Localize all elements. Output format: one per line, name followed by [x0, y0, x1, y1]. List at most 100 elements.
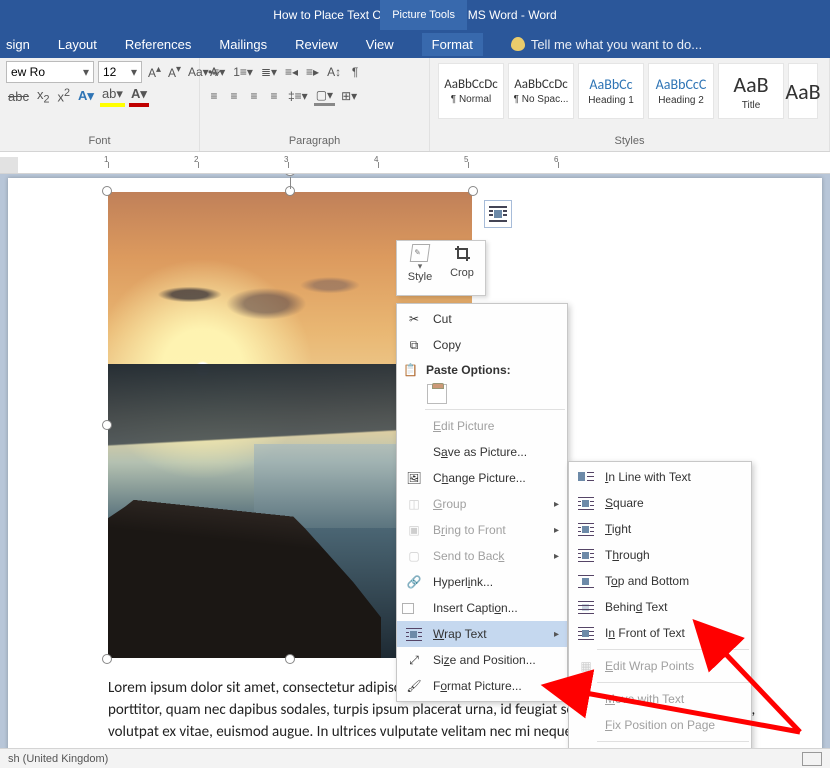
rotate-handle[interactable]	[284, 174, 296, 176]
wrap-text-icon	[403, 628, 425, 640]
menu-format-picture[interactable]: 🖌Format Picture...	[397, 673, 567, 699]
layout-options-icon	[489, 206, 507, 222]
font-size-combo[interactable]: ▾	[98, 61, 142, 83]
style-heading-1[interactable]: AaBbCcHeading 1	[578, 63, 644, 119]
clipboard-icon: 📋	[403, 363, 418, 377]
superscript-button[interactable]: x2	[56, 86, 73, 105]
status-language[interactable]: sh (United Kingdom)	[8, 753, 108, 765]
style-no-spacing[interactable]: AaBbCcDc¶ No Spac...	[508, 63, 574, 119]
behind-text-icon	[578, 601, 594, 613]
tell-me-search[interactable]: Tell me what you want to do...	[511, 37, 702, 52]
menu-cut[interactable]: ✂Cut	[397, 306, 567, 332]
resize-handle-s[interactable]	[285, 654, 295, 664]
font-size-input[interactable]	[99, 62, 127, 82]
grow-font-button[interactable]: A▴	[146, 63, 162, 81]
paste-keep-source-icon[interactable]	[427, 384, 447, 404]
picture-mini-toolbar: ✎ ▾ Style Crop	[396, 240, 486, 296]
horizontal-ruler[interactable]: 1 2 3 4 5 6	[0, 152, 830, 174]
subscript-button[interactable]: x2	[35, 86, 52, 107]
resize-handle-sw[interactable]	[102, 654, 112, 664]
font-name-combo[interactable]: ▾	[6, 61, 94, 83]
edit-points-icon: ▦	[575, 659, 597, 673]
font-name-input[interactable]	[7, 62, 79, 82]
strikethrough-button[interactable]: abc	[6, 88, 31, 105]
numbering-button[interactable]: 1≡▾	[231, 64, 255, 80]
tab-mailings[interactable]: Mailings	[219, 37, 267, 52]
bullets-button[interactable]: •≡▾	[206, 64, 227, 80]
menu-copy[interactable]: ⧉Copy	[397, 332, 567, 358]
tell-me-placeholder: Tell me what you want to do...	[531, 37, 702, 52]
format-picture-icon: 🖌	[403, 679, 425, 693]
paste-options-row	[397, 382, 567, 406]
wrap-square[interactable]: Square	[569, 490, 751, 516]
lightbulb-icon	[511, 37, 525, 51]
align-right-button[interactable]: ≡	[246, 88, 262, 104]
menu-bring-to-front: ▣Bring to Front▸	[397, 517, 567, 543]
increase-indent-button[interactable]: ≡▸	[304, 64, 321, 80]
multilevel-list-button[interactable]: ≣▾	[259, 64, 279, 80]
text-effects-button[interactable]: A▾	[76, 87, 96, 105]
resize-handle-nw[interactable]	[102, 186, 112, 196]
in-line-icon	[578, 471, 594, 483]
menu-wrap-text[interactable]: Wrap Text▸	[397, 621, 567, 647]
shading-button[interactable]: ▢▾	[314, 87, 335, 106]
scissors-icon: ✂	[403, 312, 425, 326]
menu-size-and-position[interactable]: ⤢Size and Position...	[397, 647, 567, 673]
wrap-move-with-text: Move with Text	[569, 686, 751, 712]
layout-options-button[interactable]	[484, 200, 512, 228]
decrease-indent-button[interactable]: ≡◂	[283, 64, 300, 80]
resize-handle-ne[interactable]	[468, 186, 478, 196]
picture-tools-contextual-tab[interactable]: Picture Tools	[380, 0, 467, 30]
crop-icon	[453, 244, 471, 265]
copy-icon: ⧉	[403, 338, 425, 353]
group-paragraph: •≡▾ 1≡▾ ≣▾ ≡◂ ≡▸ A↕ ¶ ≡ ≡ ≡ ≡ ‡≡▾ ▢▾ ⊞▾ …	[200, 58, 430, 151]
group-font: ▾ ▾ A▴ A▾ Aa▾ A̷ abc x2 x2 A▾ ab▾ A▾ Fon…	[0, 58, 200, 151]
view-mode-button[interactable]	[802, 752, 822, 766]
shrink-font-button[interactable]: A▾	[166, 63, 182, 81]
style-normal[interactable]: AaBbCcDc¶ Normal	[438, 63, 504, 119]
wrap-through[interactable]: Through	[569, 542, 751, 568]
style-more[interactable]: AaB	[788, 63, 818, 119]
line-spacing-button[interactable]: ‡≡▾	[286, 88, 310, 104]
in-front-icon	[578, 627, 594, 639]
top-bottom-icon	[578, 575, 594, 587]
style-title[interactable]: AaBTitle	[718, 63, 784, 119]
highlight-button[interactable]: ab▾	[100, 85, 125, 107]
wrap-tight[interactable]: Tight	[569, 516, 751, 542]
tab-layout[interactable]: Layout	[58, 37, 97, 52]
align-left-button[interactable]: ≡	[206, 88, 222, 104]
wrap-in-front[interactable]: In Front of Text	[569, 620, 751, 646]
borders-button[interactable]: ⊞▾	[339, 88, 359, 104]
menu-save-as-picture[interactable]: Save as Picture...	[397, 439, 567, 465]
wrap-behind-text[interactable]: Behind Text	[569, 594, 751, 620]
tab-format[interactable]: Format	[422, 33, 483, 56]
wrap-top-bottom[interactable]: Top and Bottom	[569, 568, 751, 594]
font-color-button[interactable]: A▾	[129, 85, 149, 107]
justify-button[interactable]: ≡	[266, 88, 282, 104]
window-titlebar: How to Place Text Over an Image in MS Wo…	[0, 0, 830, 30]
send-back-icon: ▢	[403, 549, 425, 563]
mini-crop-button[interactable]: Crop	[442, 244, 482, 295]
tab-view[interactable]: View	[366, 37, 394, 52]
wrap-in-line[interactable]: In Line with Text	[569, 464, 751, 490]
menu-paste-options-header: 📋Paste Options:	[397, 358, 567, 382]
style-heading-2[interactable]: AaBbCcCHeading 2	[648, 63, 714, 119]
menu-change-picture[interactable]: 🖼Change Picture...	[397, 465, 567, 491]
tab-review[interactable]: Review	[295, 37, 338, 52]
bring-front-icon: ▣	[403, 523, 425, 537]
mini-style-button[interactable]: ✎ ▾ Style	[400, 244, 440, 295]
sort-button[interactable]: A↕	[325, 64, 343, 80]
size-icon: ⤢	[403, 653, 425, 668]
wrap-fix-position: Fix Position on Page	[569, 712, 751, 738]
change-picture-icon: 🖼	[403, 471, 425, 485]
menu-insert-caption[interactable]: ⃞Insert Caption...	[397, 595, 567, 621]
resize-handle-w[interactable]	[102, 420, 112, 430]
menu-hyperlink[interactable]: 🔗Hyperlink...	[397, 569, 567, 595]
show-marks-button[interactable]: ¶	[347, 64, 363, 80]
tab-design[interactable]: sign	[6, 37, 30, 52]
group-icon: ◫	[403, 497, 425, 511]
menu-edit-picture: Edit Picture	[397, 413, 567, 439]
tab-references[interactable]: References	[125, 37, 191, 52]
align-center-button[interactable]: ≡	[226, 88, 242, 104]
document-area[interactable]: Lorem ipsum dolor sit amet, consectetur …	[0, 174, 830, 768]
